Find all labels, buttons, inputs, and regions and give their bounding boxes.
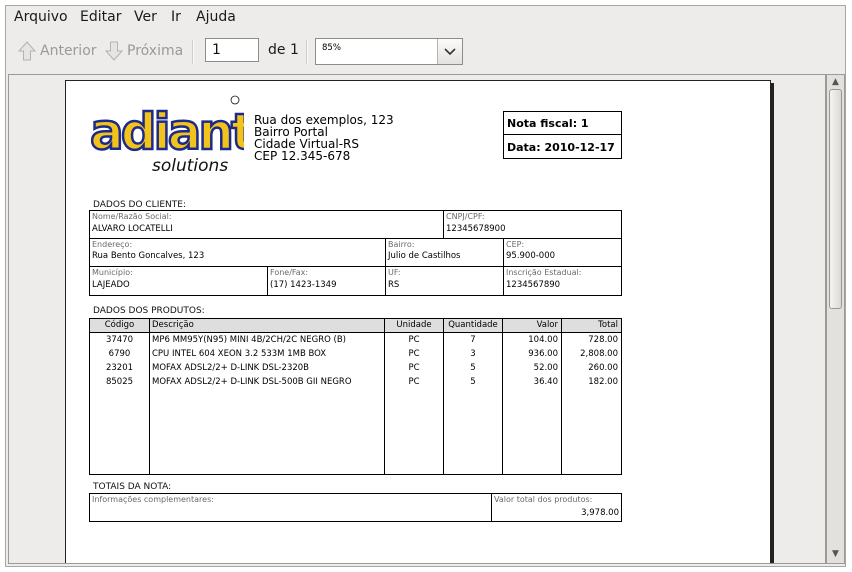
cep-value: 95.900-000 [506, 251, 556, 261]
col-header-unidade: Unidade [385, 319, 443, 332]
fone-value: (17) 1423-1349 [270, 280, 337, 290]
previous-page-label: Anterior [40, 43, 97, 59]
nota-fiscal-box: Nota fiscal: 1 Data: 2010-12-17 [503, 111, 622, 159]
bairro-value: Julio de Castilhos [388, 251, 461, 261]
toolbar: Anterior Próxima 1 de 1 85% [6, 32, 845, 72]
cell-quantidade: 5 [470, 363, 476, 373]
cell-unidade: PC [408, 349, 420, 359]
vertical-scrollbar[interactable]: ▲ ▼ [826, 74, 845, 564]
zoom-dropdown-button[interactable] [437, 39, 462, 64]
zoom-value: 85% [322, 43, 341, 53]
cell-descricao: MOFAX ADSL2/2+ D-LINK DSL-2320B [152, 363, 310, 373]
ie-label: Inscrição Estadual: [506, 268, 582, 277]
bairro-label: Bairro: [388, 240, 415, 249]
svg-text:solutions: solutions [152, 156, 228, 175]
page-number-input[interactable]: 1 [205, 38, 259, 62]
nota-fiscal-date: Data: 2010-12-17 [507, 141, 615, 154]
toolbar-separator [306, 40, 308, 64]
cell-total: 2,808.00 [580, 349, 618, 359]
municipio-label: Município: [92, 268, 133, 277]
cliente-box: Nome/Razão Social: ALVARO LOCATELLI CNPJ… [89, 210, 622, 296]
uf-value: RS [388, 280, 400, 290]
scrollbar-thumb[interactable] [829, 89, 842, 309]
page-count-label: de 1 [268, 42, 299, 58]
section-title-produtos: DADOS DOS PRODUTOS: [93, 306, 205, 316]
scroll-down-icon[interactable]: ▼ [830, 549, 841, 559]
arrow-down-icon [104, 41, 124, 61]
document-viewport[interactable]: adianti solutions Rua dos exemplos, 123 … [8, 74, 826, 564]
nota-fiscal-number: Nota fiscal: 1 [507, 117, 589, 130]
page-shadow [771, 83, 774, 563]
cell-descricao: MOFAX ADSL2/2+ D-LINK DSL-500B GII NEGRO [152, 377, 352, 387]
cell-codigo: 6790 [108, 349, 131, 359]
cell-valor: 104.00 [528, 335, 558, 345]
menu-ajuda[interactable]: Ajuda [196, 9, 236, 25]
cell-quantidade: 7 [470, 335, 476, 345]
previous-page-button[interactable]: Anterior [16, 39, 97, 63]
cell-total: 260.00 [588, 363, 618, 373]
ie-value: 1234567890 [506, 280, 561, 290]
cell-valor: 936.00 [528, 349, 558, 359]
document-page: adianti solutions Rua dos exemplos, 123 … [65, 80, 771, 563]
menu-ir[interactable]: Ir [171, 9, 181, 25]
section-title-totais: TOTAIS DA NOTA: [93, 482, 172, 492]
company-address: Rua dos exemplos, 123 Bairro Portal Cida… [254, 114, 394, 162]
cnpj-label: CNPJ/CPF: [446, 212, 485, 221]
chevron-down-icon [444, 47, 456, 55]
menu-arquivo[interactable]: Arquivo [14, 9, 68, 25]
cell-total: 728.00 [588, 335, 618, 345]
cnpj-value: 12345678900 [446, 224, 506, 234]
zoom-select[interactable]: 85% [315, 38, 463, 65]
adianti-logo: adianti solutions [89, 95, 244, 175]
next-page-label: Próxima [127, 43, 184, 59]
municipio-value: LAJEADO [92, 280, 130, 290]
menu-ver[interactable]: Ver [134, 9, 157, 25]
cell-codigo: 37470 [105, 335, 134, 345]
cell-descricao: MP6 MM95Y(N95) MINI 4B/2CH/2C NEGRO (B) [152, 335, 346, 345]
cell-valor: 36.40 [533, 377, 558, 387]
cep-label: CEP: [506, 240, 525, 249]
col-header-descricao: Descrição [150, 319, 384, 332]
info-complementares-label: Informações complementares: [92, 495, 214, 504]
valor-total-value: 3,978.00 [581, 508, 619, 518]
cell-unidade: PC [408, 363, 420, 373]
cell-unidade: PC [408, 335, 420, 345]
produtos-table: Código Descrição Unidade Quantidade Valo… [89, 318, 622, 475]
totais-box: Informações complementares: Valor total … [89, 493, 622, 522]
cell-quantidade: 5 [470, 377, 476, 387]
uf-label: UF: [388, 268, 401, 277]
endereco-value: Rua Bento Goncalves, 123 [92, 251, 205, 261]
svg-text:adianti: adianti [90, 103, 244, 161]
cell-valor: 52.00 [533, 363, 558, 373]
endereco-label: Endereço: [92, 240, 133, 249]
nome-value: ALVARO LOCATELLI [92, 224, 173, 234]
section-title-cliente: DADOS DO CLIENTE: [93, 200, 186, 210]
menu-editar[interactable]: Editar [80, 9, 121, 25]
next-page-button[interactable]: Próxima [103, 39, 183, 63]
cell-unidade: PC [408, 377, 420, 387]
menu-bar: Arquivo Editar Ver Ir Ajuda [6, 6, 845, 30]
col-header-total: Total [562, 319, 621, 332]
nome-label: Nome/Razão Social: [92, 212, 172, 221]
fone-label: Fone/Fax: [270, 268, 309, 277]
cell-descricao: CPU INTEL 604 XEON 3.2 533M 1MB BOX [152, 349, 327, 359]
toolbar-separator [192, 40, 194, 64]
valor-total-label: Valor total dos produtos: [494, 495, 593, 504]
cell-total: 182.00 [588, 377, 618, 387]
cell-codigo: 85025 [105, 377, 134, 387]
cell-quantidade: 3 [470, 349, 476, 359]
col-header-codigo: Código [90, 319, 149, 332]
arrow-up-icon [17, 41, 37, 61]
address-line: CEP 12.345-678 [254, 149, 351, 163]
cell-codigo: 23201 [105, 363, 134, 373]
scroll-up-icon[interactable]: ▲ [830, 77, 841, 87]
col-header-quantidade: Quantidade [444, 319, 502, 332]
col-header-valor: Valor [503, 319, 561, 332]
document-viewer-window: Arquivo Editar Ver Ir Ajuda Anterior Pró… [5, 5, 846, 567]
